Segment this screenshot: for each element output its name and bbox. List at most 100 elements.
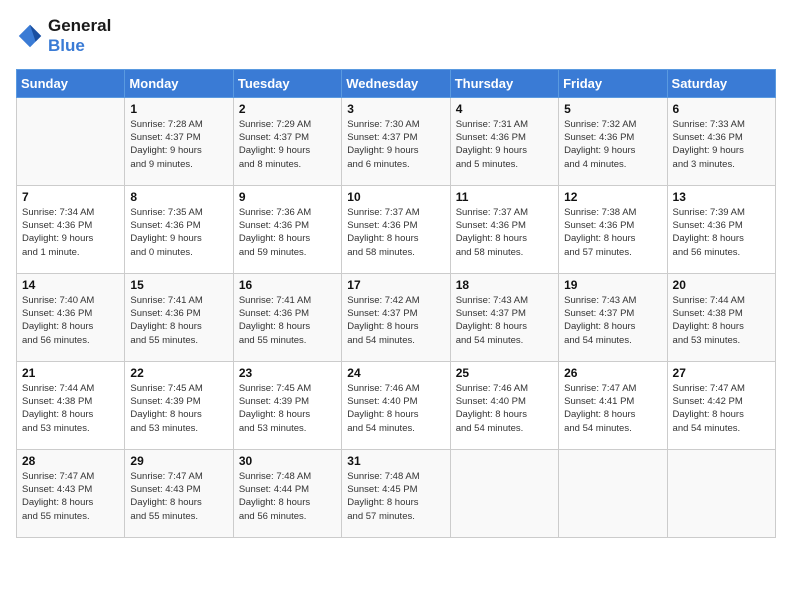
day-info: Sunrise: 7:37 AM Sunset: 4:36 PM Dayligh… [456,206,553,259]
day-info: Sunrise: 7:35 AM Sunset: 4:36 PM Dayligh… [130,206,227,259]
calendar-cell [559,449,667,537]
calendar-cell: 24 Sunrise: 7:46 AM Sunset: 4:40 PM Dayli… [342,361,450,449]
logo-text: General [48,16,111,36]
day-info: Sunrise: 7:29 AM Sunset: 4:37 PM Dayligh… [239,118,336,171]
calendar-cell: 3Sunrise: 7:30 AM Sunset: 4:37 PM Daylig… [342,97,450,185]
day-info: Sunrise: 7:45 AM Sunset: 4:39 PM Dayligh… [239,382,336,435]
logo-subtext: Blue [48,36,111,56]
day-info: Sunrise: 7:41 AM Sunset: 4:36 PM Dayligh… [130,294,227,347]
day-number: 10 [347,190,444,204]
day-number: 2 [239,102,336,116]
day-number: 23 [239,366,336,380]
day-info: Sunrise: 7:34 AM Sunset: 4:36 PM Dayligh… [22,206,119,259]
day-info: Sunrise: 7:30 AM Sunset: 4:37 PM Dayligh… [347,118,444,171]
day-number: 31 [347,454,444,468]
calendar-cell: 1Sunrise: 7:28 AM Sunset: 4:37 PM Daylig… [125,97,233,185]
calendar-body: 1Sunrise: 7:28 AM Sunset: 4:37 PM Daylig… [17,97,776,537]
calendar-cell: 10 Sunrise: 7:37 AM Sunset: 4:36 PM Dayli… [342,185,450,273]
day-number: 17 [347,278,444,292]
day-info: Sunrise: 7:48 AM Sunset: 4:45 PM Dayligh… [347,470,444,523]
logo-icon [16,22,44,50]
day-number: 16 [239,278,336,292]
day-number: 4 [456,102,553,116]
calendar-week-row: 28 Sunrise: 7:47 AM Sunset: 4:43 PM Dayli… [17,449,776,537]
day-number: 28 [22,454,119,468]
day-info: Sunrise: 7:44 AM Sunset: 4:38 PM Dayligh… [22,382,119,435]
day-info: Sunrise: 7:41 AM Sunset: 4:36 PM Dayligh… [239,294,336,347]
calendar-cell: 20Sunrise: 7:44 AM Sunset: 4:38 PM Dayli… [667,273,775,361]
weekday-header: Monday [125,69,233,97]
calendar-cell: 18 Sunrise: 7:43 AM Sunset: 4:37 PM Dayli… [450,273,558,361]
day-number: 12 [564,190,661,204]
day-info: Sunrise: 7:37 AM Sunset: 4:36 PM Dayligh… [347,206,444,259]
calendar-header: SundayMondayTuesdayWednesdayThursdayFrid… [17,69,776,97]
calendar-week-row: 1Sunrise: 7:28 AM Sunset: 4:37 PM Daylig… [17,97,776,185]
day-info: Sunrise: 7:39 AM Sunset: 4:36 PM Dayligh… [673,206,770,259]
day-info: Sunrise: 7:33 AM Sunset: 4:36 PM Dayligh… [673,118,770,171]
calendar-cell: 7Sunrise: 7:34 AM Sunset: 4:36 PM Daylig… [17,185,125,273]
calendar-cell: 14 Sunrise: 7:40 AM Sunset: 4:36 PM Dayli… [17,273,125,361]
weekday-row: SundayMondayTuesdayWednesdayThursdayFrid… [17,69,776,97]
day-info: Sunrise: 7:32 AM Sunset: 4:36 PM Dayligh… [564,118,661,171]
day-info: Sunrise: 7:45 AM Sunset: 4:39 PM Dayligh… [130,382,227,435]
calendar-cell: 17 Sunrise: 7:42 AM Sunset: 4:37 PM Dayli… [342,273,450,361]
day-number: 24 [347,366,444,380]
day-info: Sunrise: 7:42 AM Sunset: 4:37 PM Dayligh… [347,294,444,347]
day-info: Sunrise: 7:46 AM Sunset: 4:40 PM Dayligh… [347,382,444,435]
calendar-cell: 31 Sunrise: 7:48 AM Sunset: 4:45 PM Dayli… [342,449,450,537]
day-number: 19 [564,278,661,292]
calendar-week-row: 7Sunrise: 7:34 AM Sunset: 4:36 PM Daylig… [17,185,776,273]
calendar-cell: 6 Sunrise: 7:33 AM Sunset: 4:36 PM Daylig… [667,97,775,185]
day-info: Sunrise: 7:47 AM Sunset: 4:41 PM Dayligh… [564,382,661,435]
calendar-cell [450,449,558,537]
calendar-cell: 26 Sunrise: 7:47 AM Sunset: 4:41 PM Dayli… [559,361,667,449]
day-number: 13 [673,190,770,204]
day-info: Sunrise: 7:47 AM Sunset: 4:43 PM Dayligh… [130,470,227,523]
calendar-cell: 5 Sunrise: 7:32 AM Sunset: 4:36 PM Daylig… [559,97,667,185]
day-info: Sunrise: 7:36 AM Sunset: 4:36 PM Dayligh… [239,206,336,259]
day-number: 26 [564,366,661,380]
weekday-header: Sunday [17,69,125,97]
day-number: 8 [130,190,227,204]
day-number: 15 [130,278,227,292]
day-info: Sunrise: 7:48 AM Sunset: 4:44 PM Dayligh… [239,470,336,523]
day-number: 30 [239,454,336,468]
day-number: 25 [456,366,553,380]
day-number: 11 [456,190,553,204]
calendar-cell: 15 Sunrise: 7:41 AM Sunset: 4:36 PM Dayli… [125,273,233,361]
calendar-cell [667,449,775,537]
day-number: 14 [22,278,119,292]
calendar-cell: 8 Sunrise: 7:35 AM Sunset: 4:36 PM Daylig… [125,185,233,273]
day-info: Sunrise: 7:43 AM Sunset: 4:37 PM Dayligh… [456,294,553,347]
calendar-cell [17,97,125,185]
day-info: Sunrise: 7:46 AM Sunset: 4:40 PM Dayligh… [456,382,553,435]
day-number: 6 [673,102,770,116]
weekday-header: Wednesday [342,69,450,97]
calendar-cell: 30 Sunrise: 7:48 AM Sunset: 4:44 PM Dayli… [233,449,341,537]
calendar-cell: 29 Sunrise: 7:47 AM Sunset: 4:43 PM Dayli… [125,449,233,537]
day-number: 5 [564,102,661,116]
calendar-cell: 22Sunrise: 7:45 AM Sunset: 4:39 PM Dayli… [125,361,233,449]
day-number: 29 [130,454,227,468]
day-info: Sunrise: 7:43 AM Sunset: 4:37 PM Dayligh… [564,294,661,347]
logo: General Blue [16,16,111,57]
page-header: General Blue [16,16,776,57]
calendar-table: SundayMondayTuesdayWednesdayThursdayFrid… [16,69,776,538]
calendar-cell: 19 Sunrise: 7:43 AM Sunset: 4:37 PM Dayli… [559,273,667,361]
calendar-cell: 23 Sunrise: 7:45 AM Sunset: 4:39 PM Dayli… [233,361,341,449]
weekday-header: Saturday [667,69,775,97]
calendar-cell: 11 Sunrise: 7:37 AM Sunset: 4:36 PM Dayli… [450,185,558,273]
day-info: Sunrise: 7:28 AM Sunset: 4:37 PM Dayligh… [130,118,227,171]
calendar-cell: 4 Sunrise: 7:31 AM Sunset: 4:36 PM Daylig… [450,97,558,185]
day-number: 18 [456,278,553,292]
day-info: Sunrise: 7:31 AM Sunset: 4:36 PM Dayligh… [456,118,553,171]
day-info: Sunrise: 7:47 AM Sunset: 4:42 PM Dayligh… [673,382,770,435]
day-info: Sunrise: 7:40 AM Sunset: 4:36 PM Dayligh… [22,294,119,347]
calendar-cell: 9Sunrise: 7:36 AM Sunset: 4:36 PM Daylig… [233,185,341,273]
weekday-header: Tuesday [233,69,341,97]
weekday-header: Friday [559,69,667,97]
day-number: 27 [673,366,770,380]
day-number: 21 [22,366,119,380]
day-number: 20 [673,278,770,292]
calendar-cell: 16 Sunrise: 7:41 AM Sunset: 4:36 PM Dayli… [233,273,341,361]
